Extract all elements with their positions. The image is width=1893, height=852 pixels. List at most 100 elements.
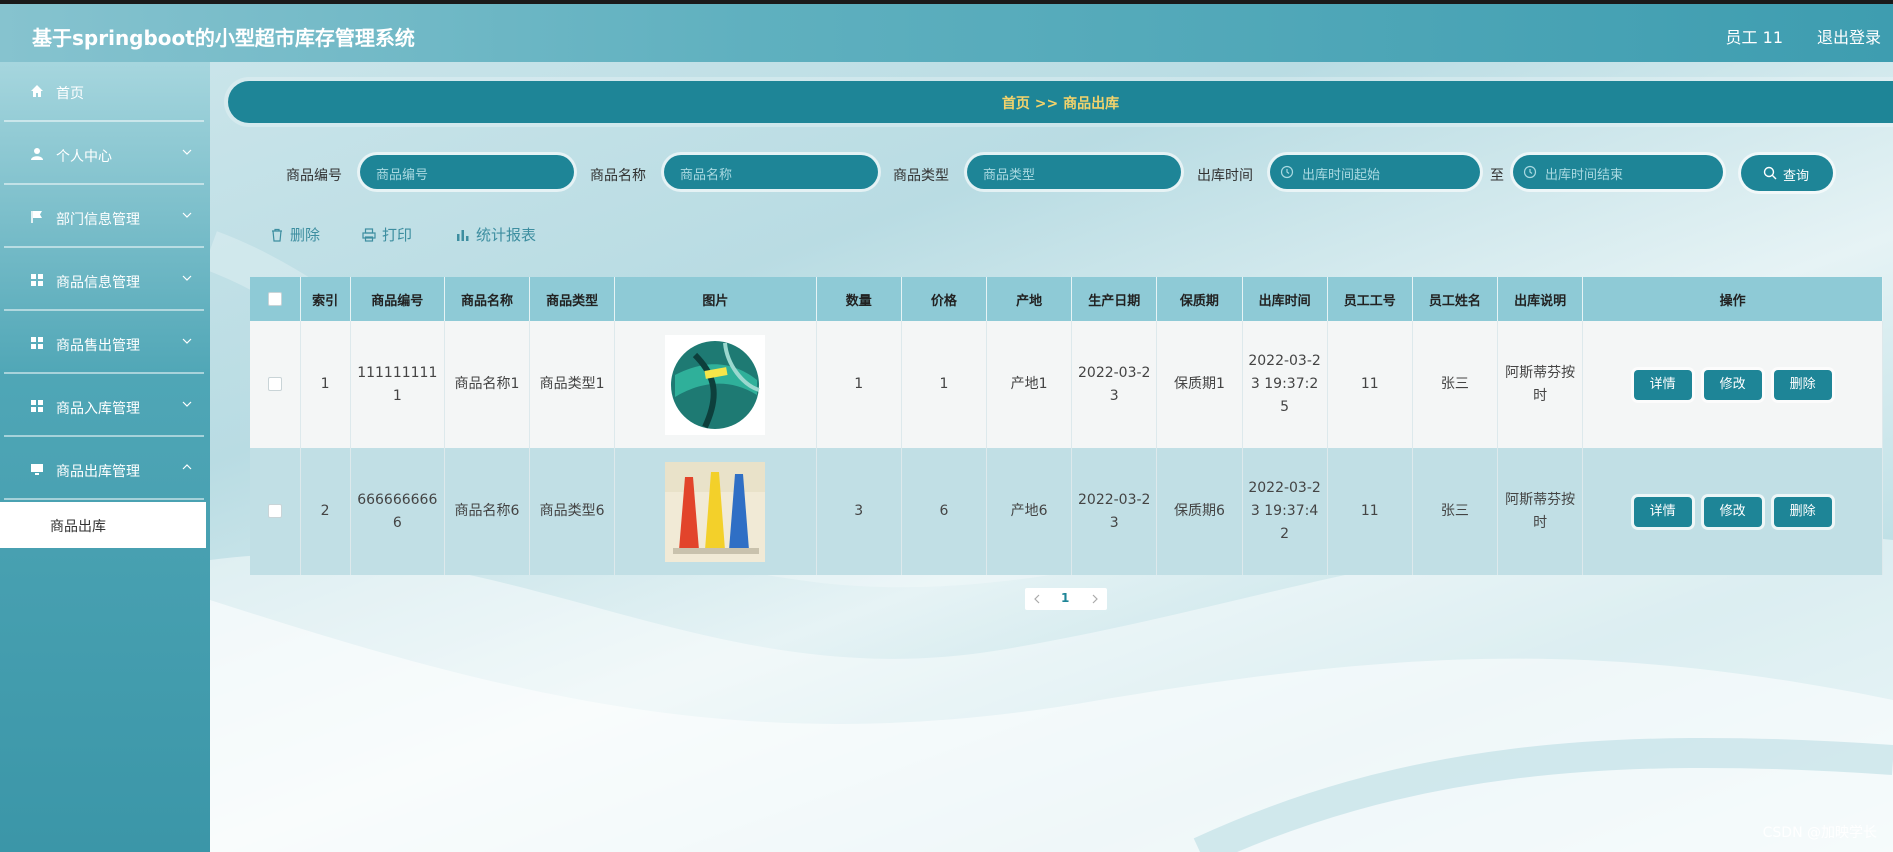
chevron-up-icon bbox=[182, 464, 192, 470]
placeholder: 商品类型 bbox=[983, 168, 1036, 183]
chevron-left-icon[interactable] bbox=[1031, 593, 1043, 605]
edit-button[interactable]: 修改 bbox=[1703, 496, 1762, 527]
image-cell bbox=[614, 321, 817, 448]
select-all-checkbox[interactable] bbox=[267, 292, 282, 306]
placeholder: 商品编号 bbox=[376, 168, 429, 183]
product-code-input[interactable]: 商品编号 bbox=[360, 155, 574, 189]
outbound-time-end-input[interactable]: 出库时间结束 bbox=[1513, 155, 1723, 189]
name-cell: 商品名称6 bbox=[444, 448, 531, 575]
sidebar-item-product-sales[interactable]: 商品售出管理 bbox=[4, 314, 204, 374]
outbound-time-start-input[interactable]: 出库时间起始 bbox=[1270, 155, 1480, 189]
print-label: 打印 bbox=[382, 226, 413, 244]
code-cell: 6666666666 bbox=[350, 448, 445, 575]
chevron-down-icon bbox=[182, 338, 192, 344]
sidebar-subitem-outbound[interactable]: 商品出库 bbox=[0, 502, 206, 548]
column-header: 商品类型 bbox=[529, 277, 616, 321]
column-header: 生产日期 bbox=[1071, 277, 1158, 321]
quantity-cell: 3 bbox=[816, 448, 902, 575]
printer-icon bbox=[362, 228, 376, 242]
origin-cell: 产地1 bbox=[986, 321, 1073, 448]
sidebar-item-product-outbound[interactable]: 商品出库管理 bbox=[4, 440, 204, 500]
grid-icon bbox=[31, 400, 43, 412]
type-cell: 商品类型1 bbox=[529, 321, 616, 448]
sidebar-item-label: 商品出库管理 bbox=[56, 464, 140, 480]
row-checkbox[interactable] bbox=[267, 504, 282, 518]
sidebar-item-label: 商品信息管理 bbox=[56, 275, 140, 291]
print-button[interactable]: 打印 bbox=[362, 224, 412, 245]
watermark: CSDN @加映学长 bbox=[1762, 825, 1877, 841]
clock-icon bbox=[1523, 165, 1537, 179]
home-icon bbox=[31, 85, 43, 97]
placeholder: 出库时间起始 bbox=[1302, 168, 1381, 183]
query-label: 查询 bbox=[1783, 169, 1810, 184]
employee-name-cell: 张三 bbox=[1412, 321, 1499, 448]
column-header: 产地 bbox=[986, 277, 1073, 321]
price-cell: 1 bbox=[901, 321, 987, 448]
grid-icon bbox=[31, 337, 43, 349]
column-header: 出库时间 bbox=[1242, 277, 1328, 321]
outbound-note-cell: 阿斯蒂芬按时 bbox=[1497, 448, 1584, 575]
column-header: 价格 bbox=[901, 277, 987, 321]
detail-button[interactable]: 详情 bbox=[1633, 369, 1692, 400]
column-header: 保质期 bbox=[1156, 277, 1243, 321]
row-select-cell bbox=[250, 321, 301, 448]
column-header: 数量 bbox=[816, 277, 902, 321]
row-checkbox[interactable] bbox=[267, 377, 282, 391]
flag-icon bbox=[31, 211, 42, 223]
delete-button[interactable]: 删除 bbox=[1773, 369, 1832, 400]
app-title: 基于springboot的小型超市库存管理系统 bbox=[32, 26, 415, 50]
origin-cell: 产地6 bbox=[986, 448, 1073, 575]
clock-icon bbox=[1280, 165, 1294, 179]
statistics-report-label: 统计报表 bbox=[476, 226, 537, 244]
placeholder: 商品名称 bbox=[680, 168, 733, 183]
outbound-time-label: 出库时间 bbox=[1197, 168, 1253, 184]
product-name-input[interactable]: 商品名称 bbox=[664, 155, 878, 189]
chevron-down-icon bbox=[182, 212, 192, 218]
delete-button[interactable]: 删除 bbox=[1773, 496, 1832, 527]
code-cell: 1111111111 bbox=[350, 321, 445, 448]
sidebar-item-product-info[interactable]: 商品信息管理 bbox=[4, 251, 204, 311]
product-image-training-cones bbox=[665, 461, 766, 562]
shelf-life-cell: 保质期6 bbox=[1156, 448, 1243, 575]
detail-button[interactable]: 详情 bbox=[1633, 496, 1692, 527]
bar-chart-icon bbox=[457, 230, 469, 241]
chevron-down-icon bbox=[182, 275, 192, 281]
bulk-delete-label: 删除 bbox=[290, 226, 321, 244]
sidebar-subitem-label: 商品出库 bbox=[50, 519, 106, 535]
operations-cell: 详情 修改 删除 bbox=[1582, 448, 1883, 575]
price-cell: 6 bbox=[901, 448, 987, 575]
column-header: 商品编号 bbox=[350, 277, 445, 321]
employee-number-cell: 11 bbox=[1327, 321, 1413, 448]
sidebar-item-home[interactable]: 首页 bbox=[4, 62, 204, 122]
outbound-note-cell: 阿斯蒂芬按时 bbox=[1497, 321, 1584, 448]
page-number-current[interactable]: 1 bbox=[1061, 591, 1069, 605]
name-cell: 商品名称1 bbox=[444, 321, 531, 448]
sidebar-item-department[interactable]: 部门信息管理 bbox=[4, 188, 204, 248]
product-image-soccer-ball bbox=[665, 334, 766, 435]
product-name-label: 商品名称 bbox=[590, 168, 646, 184]
column-header: 索引 bbox=[300, 277, 351, 321]
search-icon bbox=[1763, 166, 1777, 180]
table-row: 2 6666666666 商品名称6 商品类型6 3 6 产地6 2022-03… bbox=[250, 448, 1883, 575]
bulk-delete-button[interactable]: 删除 bbox=[270, 224, 320, 245]
logout-link[interactable]: 退出登录 bbox=[1817, 24, 1881, 48]
chevron-right-icon[interactable] bbox=[1089, 593, 1101, 605]
image-cell bbox=[614, 448, 817, 575]
product-type-input[interactable]: 商品类型 bbox=[967, 155, 1181, 189]
chevron-down-icon bbox=[182, 401, 192, 407]
quantity-cell: 1 bbox=[816, 321, 902, 448]
query-button[interactable]: 查询 bbox=[1741, 155, 1833, 191]
edit-button[interactable]: 修改 bbox=[1703, 369, 1762, 400]
grid-icon bbox=[31, 274, 43, 286]
statistics-report-button[interactable]: 统计报表 bbox=[456, 224, 536, 245]
row-select-cell bbox=[250, 448, 301, 575]
employee-name-cell: 张三 bbox=[1412, 448, 1499, 575]
product-type-label: 商品类型 bbox=[893, 168, 949, 184]
breadcrumb: 首页 >> 商品出库 bbox=[228, 81, 1893, 123]
product-code-label: 商品编号 bbox=[286, 168, 342, 184]
sidebar-item-product-inbound[interactable]: 商品入库管理 bbox=[4, 377, 204, 437]
shelf-life-cell: 保质期1 bbox=[1156, 321, 1243, 448]
column-header: 员工工号 bbox=[1327, 277, 1413, 321]
type-cell: 商品类型6 bbox=[529, 448, 616, 575]
production-date-cell: 2022-03-23 bbox=[1071, 448, 1158, 575]
